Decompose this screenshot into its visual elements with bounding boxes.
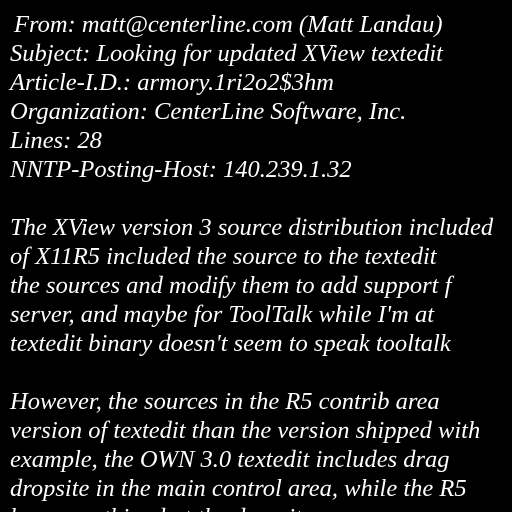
body-line: the sources and modify them to add suppo… bbox=[10, 272, 452, 299]
body-line: has everything but the dropsite. bbox=[10, 503, 319, 512]
body-line: example, the OWN 3.0 textedit includes d… bbox=[10, 446, 450, 473]
header-article-id: Article-I.D.: armory.1ri2o2$3hm bbox=[10, 69, 334, 96]
header-subject: Subject: Looking for updated XView texte… bbox=[10, 40, 443, 67]
body-line: server, and maybe for ToolTalk while I'm… bbox=[10, 301, 435, 328]
body-line: version of textedit than the version shi… bbox=[10, 417, 481, 444]
body-line: of X11R5 included the source to the text… bbox=[10, 243, 437, 270]
header-nntp-posting-host: NNTP-Posting-Host: 140.239.1.32 bbox=[10, 156, 352, 183]
body-line: The XView version 3 source distribution … bbox=[10, 214, 494, 241]
body-line: However, the sources in the R5 contrib a… bbox=[10, 388, 440, 415]
header-organization: Organization: CenterLine Software, Inc. bbox=[10, 98, 407, 125]
message-viewer: From: matt@centerline.com (Matt Landau) … bbox=[0, 0, 512, 512]
body-line: dropsite in the main control area, while… bbox=[10, 475, 467, 502]
body-line: textedit binary doesn't seem to speak to… bbox=[10, 330, 451, 357]
header-from: From: matt@centerline.com (Matt Landau) bbox=[14, 11, 443, 38]
header-lines: Lines: 28 bbox=[10, 127, 102, 154]
